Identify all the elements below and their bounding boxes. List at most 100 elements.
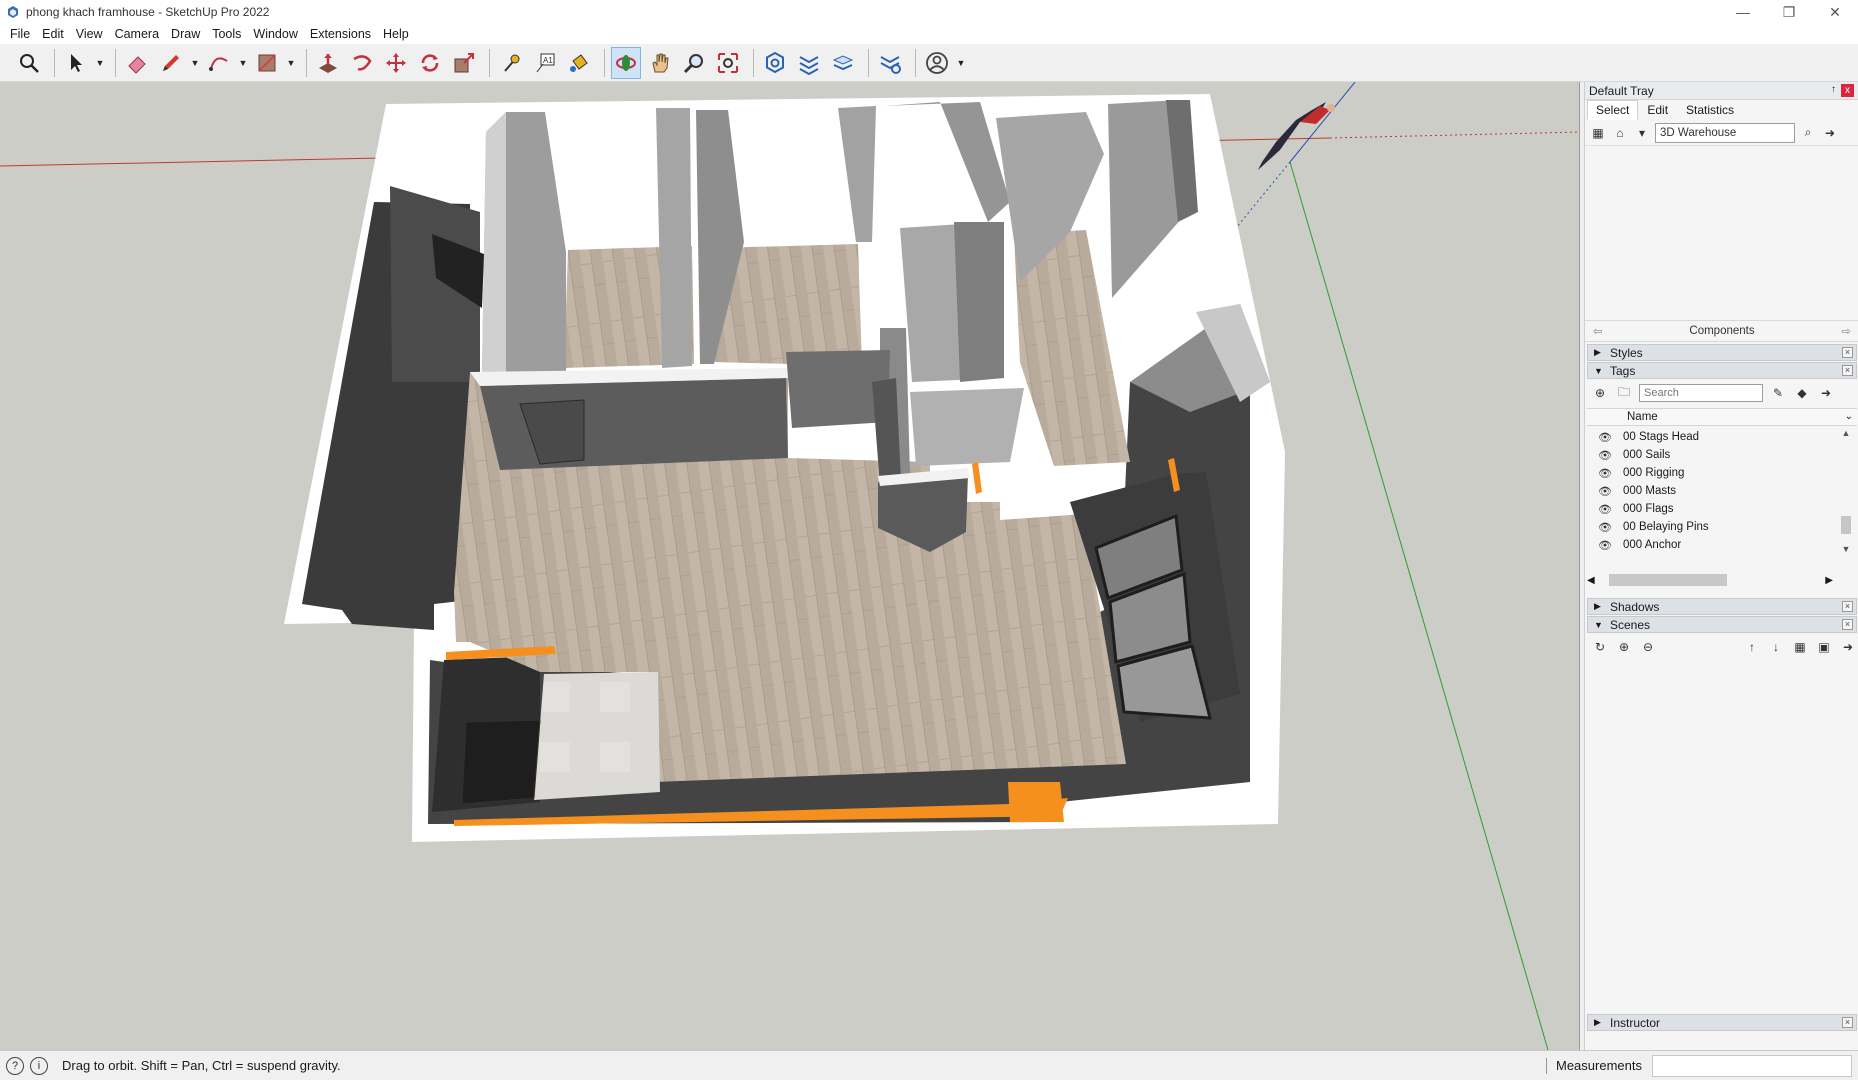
- tag-tool-icon[interactable]: ✎: [1769, 384, 1787, 402]
- chevron-down-icon[interactable]: ⌄: [1845, 411, 1853, 422]
- tag-row[interactable]: 👁 000 Rigging: [1587, 464, 1837, 482]
- tags-section-header[interactable]: ▼ Tags ×: [1587, 362, 1857, 379]
- menu-view[interactable]: View: [70, 27, 109, 41]
- select-dropdown-arrow[interactable]: ▼: [95, 47, 105, 79]
- tags-horizontal-scrollbar[interactable]: ◀ ▶: [1587, 572, 1833, 588]
- warehouse-search-icon[interactable]: ⌕: [1799, 124, 1817, 142]
- tags-vertical-scrollbar[interactable]: ▲ ▼: [1837, 428, 1855, 558]
- tags-search-input[interactable]: [1639, 384, 1763, 402]
- hscroll-thumb[interactable]: [1608, 574, 1727, 586]
- tag-row[interactable]: 👁 00 Stags Head: [1587, 428, 1837, 446]
- layout-button[interactable]: [828, 47, 858, 79]
- style-builder-button[interactable]: [875, 47, 905, 79]
- thumbnails-icon[interactable]: ▣: [1815, 638, 1833, 656]
- move-scene-down-icon[interactable]: ↓: [1767, 638, 1785, 656]
- geolocation-icon[interactable]: ?: [6, 1056, 24, 1075]
- color-by-tag-icon[interactable]: ◆: [1793, 384, 1811, 402]
- restore-button[interactable]: ❐: [1766, 0, 1812, 24]
- back-arrow-icon[interactable]: ⇦: [1593, 324, 1603, 338]
- add-scene-icon[interactable]: ⊕: [1615, 638, 1633, 656]
- shape-dropdown-arrow[interactable]: ▼: [286, 47, 296, 79]
- styles-close-icon[interactable]: ×: [1842, 347, 1853, 358]
- menu-camera[interactable]: Camera: [109, 27, 165, 41]
- shadows-section-header[interactable]: ▶ Shadows ×: [1587, 598, 1857, 615]
- eye-visible-icon[interactable]: 👁: [1587, 449, 1623, 462]
- tape-measure-tool-button[interactable]: [496, 47, 526, 79]
- tag-row[interactable]: 👁 000 Anchor: [1587, 536, 1837, 554]
- text-tool-button[interactable]: A1: [530, 47, 560, 79]
- tray-close-button[interactable]: x: [1841, 84, 1854, 97]
- scenes-close-icon[interactable]: ×: [1842, 619, 1853, 630]
- zoom-extents-tool-button[interactable]: [713, 47, 743, 79]
- account-dropdown-arrow[interactable]: ▼: [956, 47, 966, 79]
- scenes-section-header[interactable]: ▼ Scenes ×: [1587, 616, 1857, 633]
- tag-row[interactable]: 👁 000 Masts: [1587, 482, 1837, 500]
- tab-statistics[interactable]: Statistics: [1677, 100, 1743, 120]
- menu-help[interactable]: Help: [377, 27, 415, 41]
- add-tag-icon[interactable]: ⊕: [1591, 384, 1609, 402]
- scroll-thumb[interactable]: [1841, 516, 1851, 534]
- menu-edit[interactable]: Edit: [36, 27, 70, 41]
- search-tool-button[interactable]: [14, 47, 44, 79]
- eye-visible-icon[interactable]: 👁: [1587, 467, 1623, 480]
- pin-icon[interactable]: ↑: [1831, 84, 1836, 95]
- details-arrow-icon[interactable]: ➜: [1821, 124, 1839, 142]
- move-scene-up-icon[interactable]: ↑: [1743, 638, 1761, 656]
- tags-close-icon[interactable]: ×: [1842, 365, 1853, 376]
- styles-section-header[interactable]: ▶ Styles ×: [1587, 344, 1857, 361]
- menu-tools[interactable]: Tools: [206, 27, 247, 41]
- eye-visible-icon[interactable]: 👁: [1587, 485, 1623, 498]
- navigation-dropdown-icon[interactable]: ▾: [1633, 124, 1651, 142]
- warehouse-search-input[interactable]: [1655, 122, 1795, 143]
- push-pull-tool-button[interactable]: [313, 47, 343, 79]
- shadows-close-icon[interactable]: ×: [1842, 601, 1853, 612]
- tag-row[interactable]: 👁 000 Sails: [1587, 446, 1837, 464]
- tab-select[interactable]: Select: [1587, 100, 1639, 120]
- scroll-left-icon[interactable]: ◀: [1587, 575, 1595, 586]
- paint-bucket-tool-button[interactable]: [564, 47, 594, 79]
- orbit-tool-button[interactable]: [611, 46, 641, 79]
- line-dropdown-arrow[interactable]: ▼: [190, 47, 200, 79]
- remove-scene-icon[interactable]: ⊖: [1639, 638, 1657, 656]
- tags-details-icon[interactable]: ➜: [1817, 384, 1835, 402]
- arc-dropdown-arrow[interactable]: ▼: [238, 47, 248, 79]
- home-icon[interactable]: ⌂: [1611, 124, 1629, 142]
- scenes-details-icon[interactable]: ➜: [1839, 638, 1857, 656]
- scroll-down-icon[interactable]: ▼: [1837, 544, 1855, 558]
- scale-tool-button[interactable]: [449, 47, 479, 79]
- measurements-input[interactable]: [1652, 1055, 1852, 1077]
- menu-extensions[interactable]: Extensions: [304, 27, 377, 41]
- menu-window[interactable]: Window: [247, 27, 303, 41]
- eye-visible-icon[interactable]: 👁: [1587, 431, 1623, 444]
- eraser-tool-button[interactable]: [122, 47, 152, 79]
- info-icon[interactable]: i: [30, 1056, 48, 1075]
- arc-tool-button[interactable]: [204, 47, 234, 79]
- rotate-tool-button[interactable]: [415, 47, 445, 79]
- menu-draw[interactable]: Draw: [165, 27, 206, 41]
- eye-visible-icon[interactable]: 👁: [1587, 539, 1623, 552]
- update-scene-icon[interactable]: ↻: [1591, 638, 1609, 656]
- eye-visible-icon[interactable]: 👁: [1587, 521, 1623, 534]
- forward-arrow-icon[interactable]: ⇨: [1841, 324, 1851, 338]
- tag-row[interactable]: 👁 000 Flags: [1587, 500, 1837, 518]
- eye-visible-icon[interactable]: 👁: [1587, 503, 1623, 516]
- move-tool-button[interactable]: [381, 47, 411, 79]
- extension-warehouse-button[interactable]: [794, 47, 824, 79]
- line-tool-button[interactable]: [156, 47, 186, 79]
- 3d-model-scene[interactable]: [0, 82, 1580, 1050]
- scroll-right-icon[interactable]: ▶: [1825, 575, 1833, 586]
- instructor-section-header[interactable]: ▶ Instructor ×: [1587, 1014, 1857, 1031]
- scroll-up-icon[interactable]: ▲: [1837, 428, 1855, 442]
- select-tool-button[interactable]: [61, 47, 91, 79]
- tag-row[interactable]: 👁 00 Belaying Pins: [1587, 518, 1837, 536]
- 3d-warehouse-button[interactable]: [760, 47, 790, 79]
- view-options-icon[interactable]: ▦: [1589, 124, 1607, 142]
- zoom-tool-button[interactable]: [679, 47, 709, 79]
- add-tag-folder-icon[interactable]: 🗀: [1615, 384, 1633, 402]
- model-viewport[interactable]: [0, 82, 1580, 1050]
- pan-tool-button[interactable]: [645, 47, 675, 79]
- view-options-icon[interactable]: ▦: [1791, 638, 1809, 656]
- instructor-close-icon[interactable]: ×: [1842, 1017, 1853, 1028]
- minimize-button[interactable]: —: [1720, 0, 1766, 24]
- tab-edit[interactable]: Edit: [1638, 100, 1677, 120]
